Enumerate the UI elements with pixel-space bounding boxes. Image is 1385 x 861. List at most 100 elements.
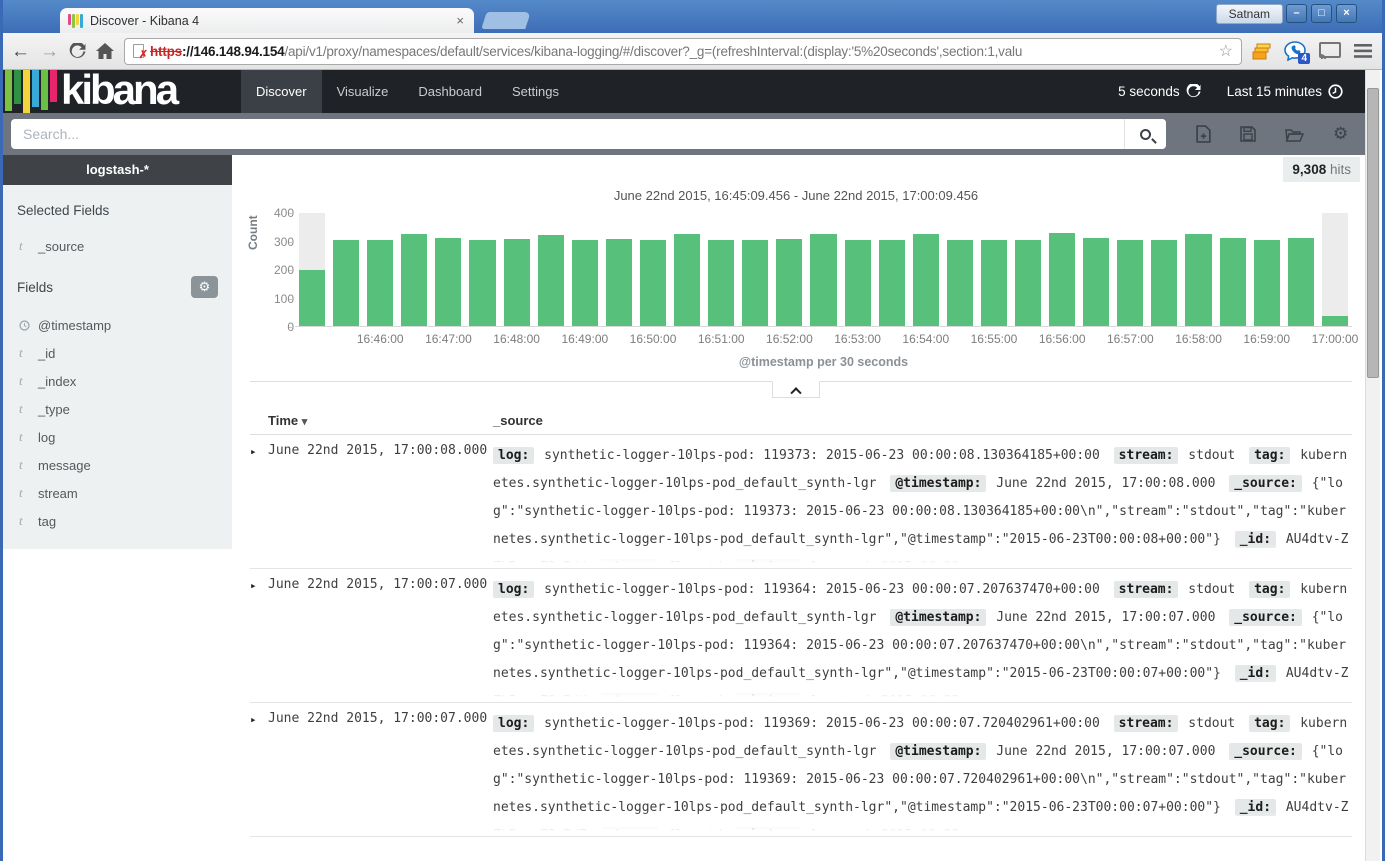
column-header-time[interactable]: Time ▾ bbox=[268, 413, 493, 428]
histogram-bar[interactable] bbox=[909, 213, 943, 327]
orange-extension-icon[interactable] bbox=[1252, 43, 1271, 60]
histogram-bar[interactable] bbox=[329, 213, 363, 327]
histogram-bar[interactable] bbox=[1181, 213, 1215, 327]
browser-menu-icon[interactable] bbox=[1354, 44, 1372, 58]
reload-icon[interactable] bbox=[69, 43, 86, 60]
histogram-bar[interactable] bbox=[738, 213, 772, 327]
cast-icon[interactable] bbox=[1319, 42, 1341, 60]
time-range-control[interactable]: Last 15 minutes bbox=[1227, 84, 1343, 99]
address-bar[interactable]: ✗ https://146.148.94.154/api/v1/proxy/na… bbox=[124, 38, 1242, 65]
histogram-bar[interactable] bbox=[1011, 213, 1045, 327]
bookmark-star-icon[interactable]: ☆ bbox=[1219, 41, 1233, 61]
back-icon[interactable]: ← bbox=[11, 42, 30, 61]
search-button[interactable] bbox=[1124, 119, 1166, 149]
kibana-tab-dashboard[interactable]: Dashboard bbox=[403, 70, 497, 113]
settings-gear-icon[interactable]: ⚙ bbox=[1333, 124, 1348, 144]
histogram-bar[interactable] bbox=[363, 213, 397, 327]
bar-segment bbox=[776, 239, 802, 327]
field-item-tag[interactable]: ttag bbox=[17, 507, 218, 535]
index-pattern[interactable]: logstash-* bbox=[3, 155, 232, 185]
field-badge: _id: bbox=[1235, 531, 1276, 548]
histogram-bar[interactable] bbox=[704, 213, 738, 327]
string-field-icon: t bbox=[19, 401, 29, 417]
histogram-bar[interactable] bbox=[1147, 213, 1181, 327]
field-item-message[interactable]: tmessage bbox=[17, 451, 218, 479]
histogram-bar[interactable] bbox=[636, 213, 670, 327]
histogram-bar[interactable] bbox=[1318, 213, 1352, 327]
new-tab-button[interactable] bbox=[481, 12, 531, 29]
field-item-stream[interactable]: tstream bbox=[17, 479, 218, 507]
histogram-bar[interactable] bbox=[602, 213, 636, 327]
field-settings-gear-icon[interactable]: ⚙ bbox=[191, 276, 218, 298]
histogram-bar[interactable] bbox=[1045, 213, 1079, 327]
window-user-button[interactable]: Satnam bbox=[1216, 4, 1283, 24]
refresh-interval-control[interactable]: 5 seconds bbox=[1118, 84, 1201, 99]
histogram-bar[interactable] bbox=[500, 213, 534, 327]
table-row: ▸June 22nd 2015, 17:00:07.000log: synthe… bbox=[250, 703, 1352, 837]
save-search-icon[interactable] bbox=[1240, 126, 1256, 142]
histogram-bar[interactable] bbox=[1216, 213, 1250, 327]
histogram-bar[interactable] bbox=[1079, 213, 1113, 327]
field-item-timestamp[interactable]: @timestamp bbox=[17, 312, 218, 339]
row-source: log: synthetic-logger-10lps-pod: 119373:… bbox=[493, 442, 1352, 568]
histogram-bar[interactable] bbox=[465, 213, 499, 327]
field-item-index[interactable]: t_index bbox=[17, 367, 218, 395]
histogram-bar[interactable] bbox=[431, 213, 465, 327]
kibana-nav-controls: 5 seconds Last 15 minutes bbox=[1118, 70, 1365, 113]
histogram-bar[interactable] bbox=[534, 213, 568, 327]
histogram-bar[interactable] bbox=[806, 213, 840, 327]
histogram-bar[interactable] bbox=[977, 213, 1011, 327]
kibana-tab-settings[interactable]: Settings bbox=[497, 70, 574, 113]
kibana-tab-discover[interactable]: Discover bbox=[241, 70, 322, 113]
field-name: _index bbox=[38, 374, 76, 389]
discover-actions: ⚙ bbox=[1196, 124, 1348, 144]
expand-row-icon[interactable]: ▸ bbox=[250, 576, 268, 702]
histogram-bar[interactable] bbox=[841, 213, 875, 327]
expand-row-icon[interactable]: ▸ bbox=[250, 710, 268, 836]
forward-icon[interactable]: → bbox=[40, 42, 59, 61]
bar-segment bbox=[879, 240, 905, 327]
open-search-icon[interactable] bbox=[1285, 127, 1304, 142]
histogram-bar[interactable] bbox=[1250, 213, 1284, 327]
histogram-bar[interactable] bbox=[1284, 213, 1318, 327]
field-item-type[interactable]: t_type bbox=[17, 395, 218, 423]
voice-extension-icon[interactable]: 4 bbox=[1284, 41, 1306, 61]
new-search-icon[interactable] bbox=[1196, 125, 1211, 143]
selected-fields-heading: Selected Fields bbox=[17, 203, 218, 218]
search-input[interactable] bbox=[11, 119, 1166, 149]
histogram-bar[interactable] bbox=[875, 213, 909, 327]
tab-close-icon[interactable]: × bbox=[454, 13, 466, 28]
page-scrollbar[interactable] bbox=[1365, 70, 1380, 861]
field-item-log[interactable]: tlog bbox=[17, 423, 218, 451]
field-item-source[interactable]: t_source bbox=[17, 232, 218, 260]
close-button[interactable]: × bbox=[1336, 4, 1357, 23]
histogram-bar[interactable] bbox=[772, 213, 806, 327]
field-badge: _id: bbox=[1235, 799, 1276, 816]
kibana-tab-visualize[interactable]: Visualize bbox=[322, 70, 404, 113]
field-value: stdout bbox=[1188, 716, 1235, 731]
histogram-bar[interactable] bbox=[670, 213, 704, 327]
field-value: fluentd bbox=[668, 694, 723, 702]
maximize-button[interactable]: □ bbox=[1311, 4, 1332, 23]
histogram-bar[interactable] bbox=[1113, 213, 1147, 327]
insecure-page-icon[interactable]: ✗ bbox=[133, 44, 144, 58]
histogram-chart[interactable]: 16:46:0016:47:0016:48:0016:49:0016:50:00… bbox=[295, 213, 1352, 327]
collapse-chart-button[interactable] bbox=[772, 381, 820, 398]
expand-row-icon[interactable]: ▸ bbox=[250, 442, 268, 568]
histogram-bar[interactable] bbox=[295, 213, 329, 327]
scrollbar-thumb[interactable] bbox=[1367, 88, 1379, 378]
row-time: June 22nd 2015, 17:00:08.000 bbox=[268, 442, 493, 568]
browser-tab[interactable]: Discover - Kibana 4 × bbox=[60, 8, 474, 33]
bar-segment bbox=[981, 240, 1007, 327]
histogram-bar[interactable] bbox=[397, 213, 431, 327]
histogram-bar[interactable] bbox=[943, 213, 977, 327]
kibana-brand: kibana bbox=[61, 70, 176, 110]
field-badge: _source: bbox=[1229, 475, 1302, 492]
histogram-bar[interactable] bbox=[568, 213, 602, 327]
minimize-button[interactable]: – bbox=[1286, 4, 1307, 23]
home-icon[interactable] bbox=[96, 43, 114, 59]
browser-toolbar: ← → ✗ https://146.148.94.154/api/v1/prox… bbox=[3, 33, 1382, 70]
string-field-icon: t bbox=[19, 345, 29, 361]
partial-bucket-background bbox=[1322, 213, 1348, 327]
field-item-id[interactable]: t_id bbox=[17, 339, 218, 367]
